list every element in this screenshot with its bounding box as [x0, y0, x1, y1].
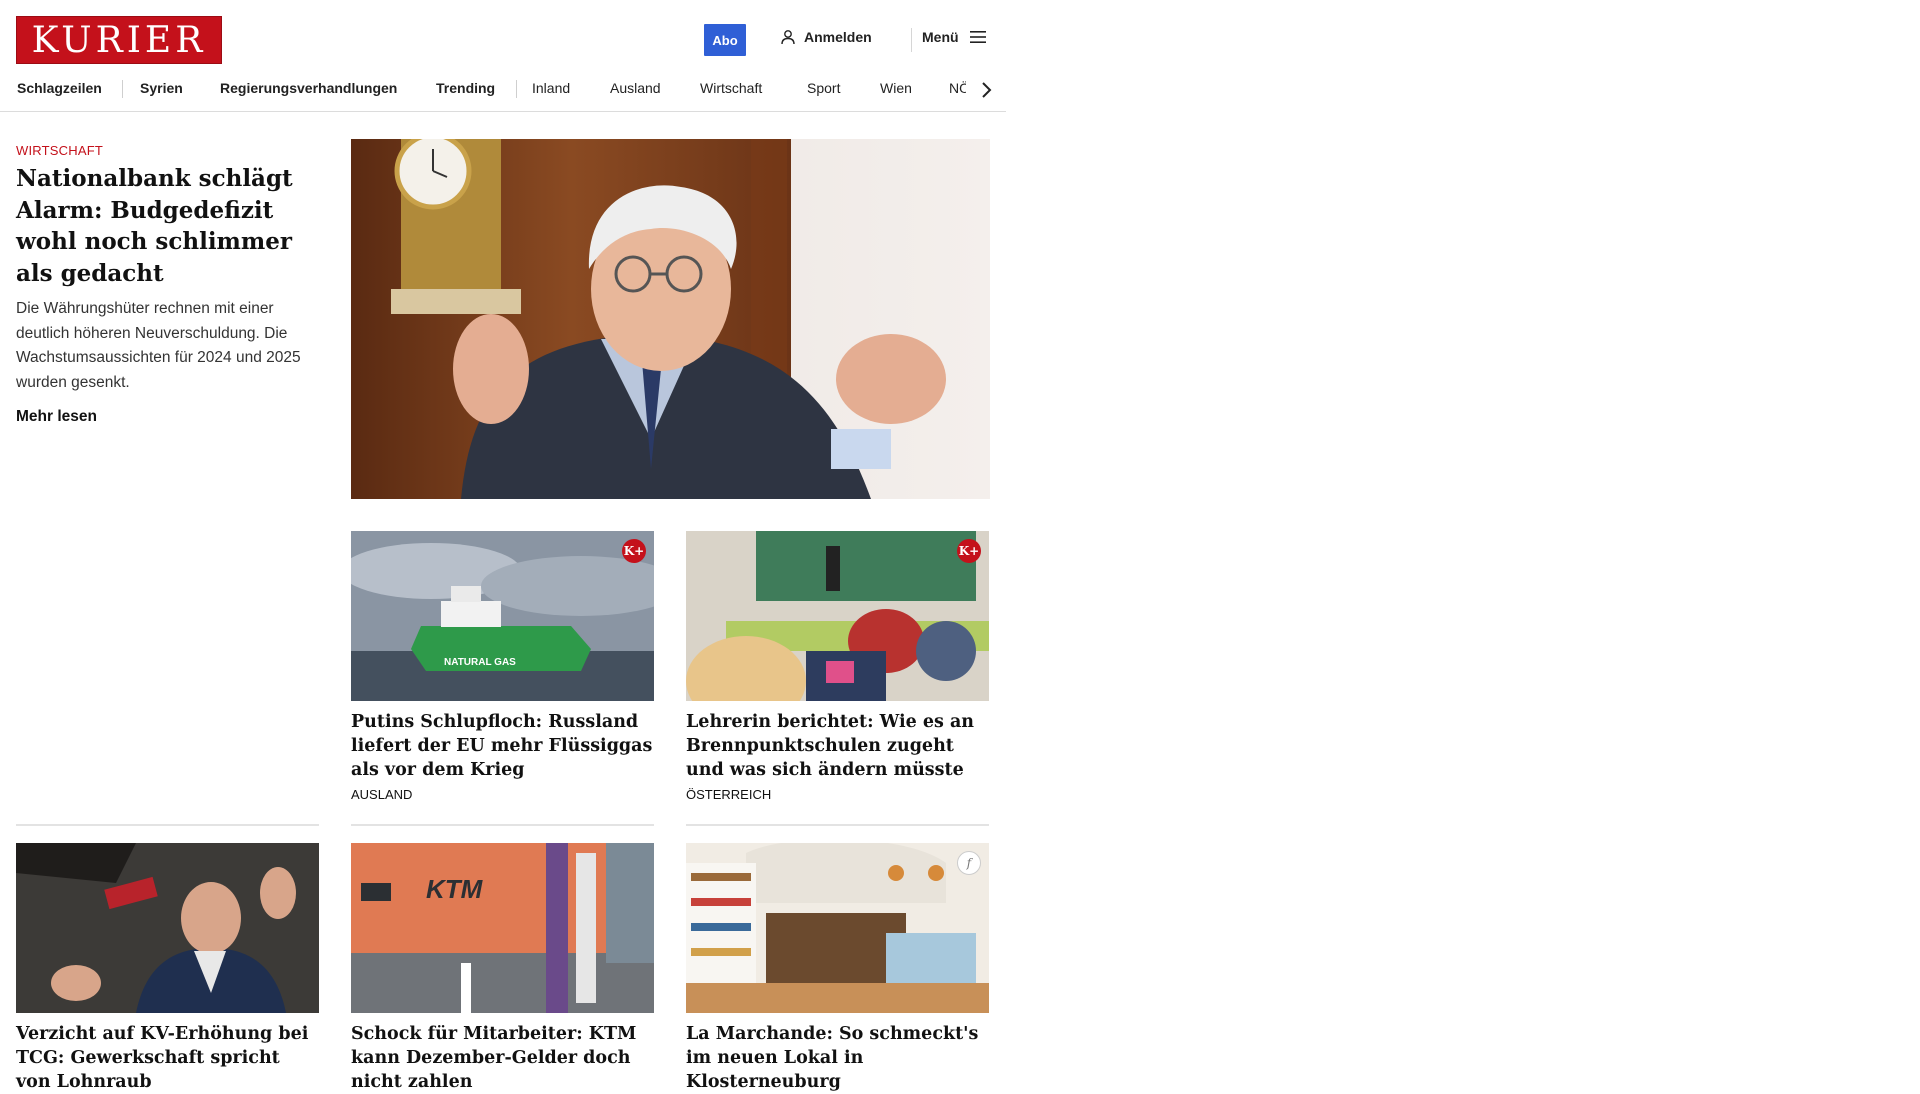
nav-item-schlagzeilen[interactable]: Schlagzeilen	[17, 80, 102, 96]
lead-photo-illustration	[351, 139, 990, 499]
chevron-right-icon	[982, 82, 992, 98]
teaser-category[interactable]: AUSLAND	[351, 787, 654, 802]
lead-summary: Die Währungshüter rechnen mit einer deut…	[16, 300, 301, 391]
kurier-plus-badge: K+	[957, 539, 981, 563]
teaser-image[interactable]: f	[686, 843, 989, 1013]
svg-text:KTM: KTM	[426, 874, 484, 904]
row-divider	[686, 824, 989, 826]
classroom-photo-illustration	[686, 531, 989, 701]
menu-button[interactable]: Menü	[922, 29, 987, 45]
menu-label: Menü	[922, 29, 959, 45]
nav-item-regierungsverhandlungen[interactable]: Regierungsverhandlungen	[220, 80, 397, 96]
teaser-image[interactable]	[16, 843, 319, 1013]
nav-item-wirtschaft[interactable]: Wirtschaft	[700, 80, 762, 96]
lead-kicker[interactable]: WIRTSCHAFT	[16, 143, 103, 158]
nav-item-ausland[interactable]: Ausland	[610, 80, 661, 96]
read-more-link[interactable]: Mehr lesen	[16, 408, 97, 426]
login-button[interactable]: Anmelden	[780, 29, 872, 45]
nav-item-syrien[interactable]: Syrien	[140, 80, 183, 96]
lead-image[interactable]	[351, 139, 990, 499]
teaser-headline[interactable]: Lehrerin berichtet: Wie es an Brennpunkt…	[686, 710, 989, 782]
teaser-image[interactable]: KTM	[351, 843, 654, 1013]
speaker-photo-illustration	[16, 843, 319, 1013]
teaser-headline[interactable]: Schock für Mitarbeiter: KTM kann Dezembe…	[351, 1022, 654, 1094]
nav-item-inland[interactable]: Inland	[532, 80, 570, 96]
section-nav: Schlagzeilen Syrien Regierungsverhandlun…	[0, 72, 1006, 112]
row-divider	[351, 824, 654, 826]
nav-item-sport[interactable]: Sport	[807, 80, 840, 96]
hamburger-icon	[969, 31, 986, 43]
teaser-headline[interactable]: La Marchande: So schmeckt's im neuen Lok…	[686, 1022, 989, 1094]
abo-button[interactable]: Abo	[704, 24, 746, 56]
lead-headline[interactable]: Nationalbank schlägt Alarm: Budgedefizit…	[16, 163, 316, 289]
teaser-card[interactable]: K+ Lehrerin berichtet: Wie es an Brennpu…	[686, 531, 989, 802]
teaser-card[interactable]: KTM Schock für Mitarbeiter: KTM kann Dez…	[351, 843, 654, 1094]
nav-scroll-right-button[interactable]	[966, 74, 1006, 106]
nav-item-wien[interactable]: Wien	[880, 80, 912, 96]
row-divider	[16, 824, 319, 826]
ship-photo-illustration: NATURAL GAS	[351, 531, 654, 701]
user-icon	[781, 30, 795, 45]
svg-text:NATURAL GAS: NATURAL GAS	[444, 657, 516, 668]
nav-divider	[516, 80, 517, 98]
teaser-card[interactable]: f La Marchande: So schmeckt's im neuen L…	[686, 843, 989, 1094]
teaser-category[interactable]: ÖSTERREICH	[686, 787, 989, 802]
teaser-image[interactable]: NATURAL GAS K+	[351, 531, 654, 701]
teaser-image[interactable]: K+	[686, 531, 989, 701]
nav-item-trending[interactable]: Trending	[436, 80, 495, 96]
shop-interior-photo-illustration	[686, 843, 989, 1013]
nav-divider	[122, 80, 123, 98]
kurier-plus-badge: K+	[622, 539, 646, 563]
teaser-headline[interactable]: Putins Schlupfloch: Russland lie­fert de…	[351, 710, 654, 782]
teaser-card[interactable]: Verzicht auf KV-Erhöhung bei TCG: Gewerk…	[16, 843, 319, 1094]
ktm-building-photo-illustration: KTM	[351, 843, 654, 1013]
feature-badge: f	[957, 851, 981, 875]
teaser-card[interactable]: NATURAL GAS K+ Putins Schlupfloch: Russl…	[351, 531, 654, 802]
teaser-headline[interactable]: Verzicht auf KV-Erhöhung bei TCG: Gewerk…	[16, 1022, 319, 1094]
login-label: Anmelden	[804, 29, 872, 45]
header-divider	[911, 28, 912, 52]
kurier-logo[interactable]: KURIER	[16, 16, 222, 64]
